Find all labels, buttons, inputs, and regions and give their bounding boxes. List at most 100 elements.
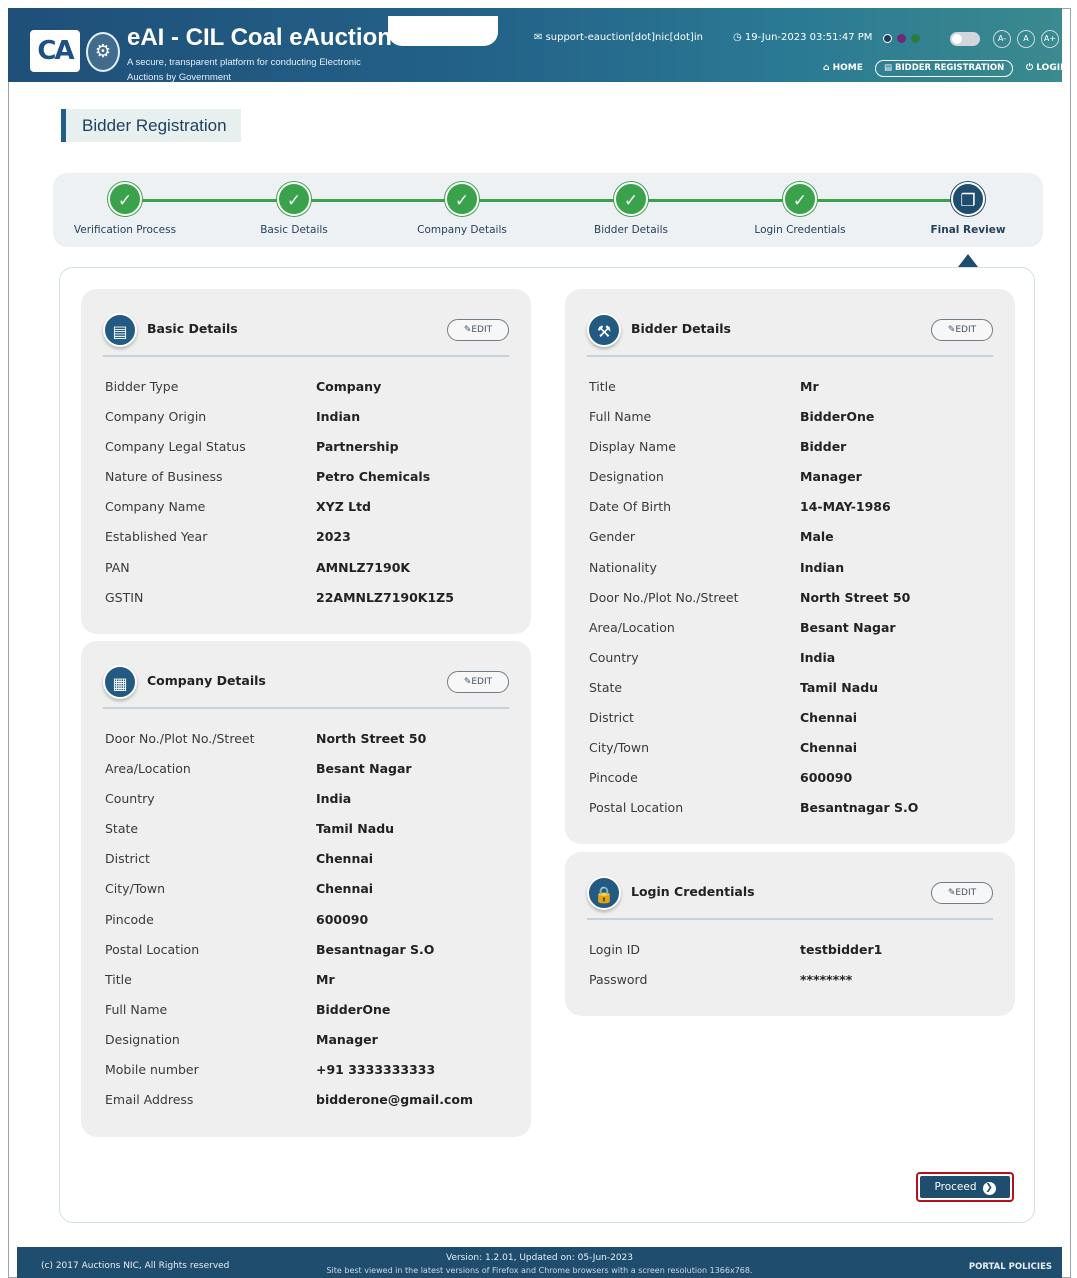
detail-value: Chennai (316, 881, 374, 897)
edit-label: EDIT (471, 325, 493, 335)
detail-label: State (589, 679, 623, 695)
detail-label: State (105, 821, 139, 837)
detail-row: City/Town Chennai (589, 740, 995, 770)
check-icon: ✓ (277, 182, 311, 216)
detail-value: 600090 (316, 911, 369, 927)
theme-dot-purple[interactable] (897, 34, 906, 43)
portal-policies-link[interactable]: PORTAL POLICIES (969, 1262, 1052, 1272)
detail-row: Display Name Bidder (589, 439, 995, 469)
detail-label: Full Name (589, 409, 652, 425)
footer-version: Version: 1.2.01, Updated on: 05-Jun-2023 (445, 1253, 634, 1263)
login-icon: ⏻ (1026, 63, 1037, 73)
detail-label: Postal Location (105, 941, 200, 957)
detail-row: Email Address bidderone@gmail.com (105, 1092, 511, 1122)
detail-label: Company Name (105, 499, 206, 515)
detail-label: Display Name (589, 439, 676, 455)
clock-icon: ◷ (733, 32, 745, 43)
active-step-pointer (958, 254, 978, 267)
detail-label: Title (105, 971, 132, 987)
theme-dot-blue[interactable] (883, 34, 892, 43)
detail-row: Door No./Plot No./Street North Street 50 (589, 590, 995, 620)
detail-value: BidderOne (316, 1001, 391, 1017)
detail-value: Mr (316, 971, 335, 987)
step-final-review[interactable]: ❐ Final Review (893, 182, 1043, 236)
detail-label: District (589, 710, 634, 726)
card-title: Basic Details (147, 321, 238, 336)
contrast-toggle[interactable] (950, 32, 980, 46)
card-header: ⚒ Bidder Details ✎EDIT (587, 313, 993, 357)
phone-icon: ✆ (408, 32, 417, 43)
id-card-icon: ▤ (103, 313, 137, 347)
check-icon: ✓ (614, 182, 648, 216)
review-container: ▤ Basic Details ✎EDIT Bidder Type Company… (59, 267, 1035, 1223)
home-icon: ⌂ (823, 63, 833, 73)
detail-label: Nationality (589, 559, 657, 575)
step-label: Verification Process (73, 224, 177, 236)
step-bidder-details[interactable]: ✓ Bidder Details (556, 182, 706, 236)
card-title: Login Credentials (631, 884, 755, 899)
detail-label: Pincode (105, 911, 154, 927)
step-label: Final Review (930, 224, 1006, 236)
font-increase-button[interactable]: A+ (1041, 30, 1059, 48)
edit-company-details-button[interactable]: ✎EDIT (447, 671, 509, 693)
card-header: ▤ Basic Details ✎EDIT (103, 313, 509, 357)
detail-row: Country India (105, 791, 511, 821)
nav-bidder-registration[interactable]: ▤ BIDDER REGISTRATION (875, 60, 1014, 77)
detail-row: Title Mr (589, 379, 995, 409)
login-credentials-card: 🔒 Login Credentials ✎EDIT Login ID testbi… (565, 852, 1015, 1016)
detail-value: North Street 50 (800, 589, 911, 605)
detail-value: Male (800, 529, 834, 545)
step-company-details[interactable]: ✓ Company Details (387, 182, 537, 236)
detail-row: Company Legal Status Partnership (105, 439, 511, 469)
detail-label: Postal Location (589, 800, 684, 816)
font-decrease-button[interactable]: A- (993, 30, 1011, 48)
detail-label: Date Of Birth (589, 499, 672, 515)
detail-row: District Chennai (105, 851, 511, 881)
step-login-credentials[interactable]: ✓ Login Credentials (725, 182, 875, 236)
card-title: Bidder Details (631, 321, 731, 336)
nav-login[interactable]: ⏻ LOGIN (1026, 63, 1068, 73)
edit-bidder-details-button[interactable]: ✎EDIT (931, 319, 993, 341)
edit-basic-details-button[interactable]: ✎EDIT (447, 319, 509, 341)
detail-label: Pincode (589, 770, 638, 786)
step-basic-details[interactable]: ✓ Basic Details (219, 182, 369, 236)
lock-icon: 🔒 (587, 876, 621, 910)
card-header: 🔒 Login Credentials ✎EDIT (587, 876, 993, 920)
check-icon: ✓ (108, 182, 142, 216)
proceed-button[interactable]: Proceed ❯ (916, 1172, 1014, 1202)
detail-label: Login ID (589, 942, 641, 957)
detail-label: Company Origin (105, 409, 207, 425)
detail-label: GSTIN (105, 589, 144, 605)
detail-row: Company Origin Indian (105, 409, 511, 439)
detail-value: ******** (800, 972, 853, 988)
bidder-details-card: ⚒ Bidder Details ✎EDIT Title Mr Full Name B… (565, 289, 1015, 844)
helpline-phone: ✆ 0120-4001304 (408, 32, 494, 43)
check-icon: ✓ (783, 182, 817, 216)
theme-dot-green[interactable] (911, 34, 920, 43)
company-details-card: ▦ Company Details ✎EDIT Door No./Plot No… (81, 641, 531, 1137)
email-address: support-eauction[dot]nic[dot]in (545, 32, 703, 43)
nav-home[interactable]: ⌂ HOME (823, 63, 863, 73)
detail-row: GSTIN 22AMNLZ7190K1Z5 (105, 590, 511, 620)
detail-value: Tamil Nadu (316, 821, 395, 837)
site-logo[interactable]: CA (30, 30, 80, 72)
step-verification-process[interactable]: ✓ Verification Process (50, 182, 200, 236)
datetime-value: 19-Jun-2023 03:51:47 PM (744, 32, 873, 43)
detail-label: Title (589, 379, 616, 394)
detail-value: Mr (800, 379, 819, 394)
detail-value: BidderOne (800, 409, 875, 425)
edit-login-credentials-button[interactable]: ✎EDIT (931, 882, 993, 904)
proceed-label: Proceed (934, 1181, 977, 1193)
detail-row: Date Of Birth 14-MAY-1986 (589, 499, 995, 529)
detail-rows: Bidder Type Company Company Origin Indian Co… (105, 379, 511, 620)
detail-value: Besantnagar S.O (800, 800, 919, 816)
card-header: ▦ Company Details ✎EDIT (103, 665, 509, 709)
detail-label: City/Town (105, 881, 166, 897)
theme-switcher (883, 34, 920, 43)
detail-label: Country (589, 649, 639, 665)
font-normal-button[interactable]: A (1017, 30, 1035, 48)
emblem-icon: ⚙ (86, 32, 120, 72)
arrow-right-icon: ❯ (982, 1182, 996, 1195)
support-email: ✉ support-eauction[dot]nic[dot]in (534, 32, 703, 43)
step-label: Login Credentials (754, 224, 846, 236)
